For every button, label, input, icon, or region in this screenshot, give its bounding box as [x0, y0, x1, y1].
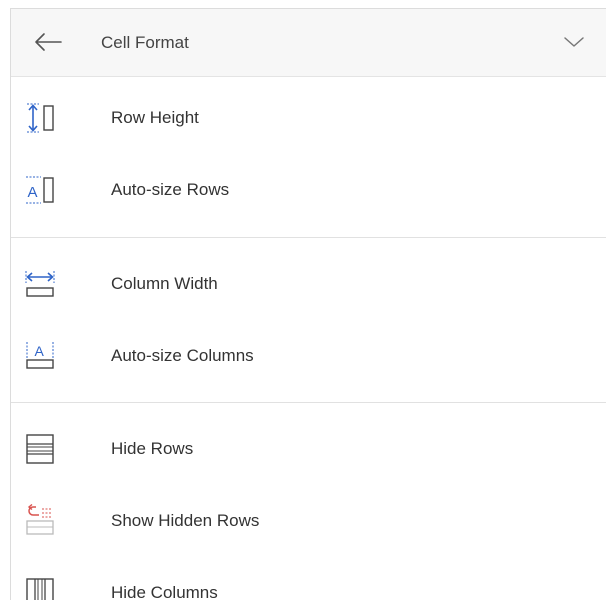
hide-columns-item[interactable]: Hide Columns: [11, 557, 606, 600]
column-width-item[interactable]: Column Width: [11, 248, 606, 320]
panel-header: Cell Format: [11, 9, 606, 77]
show-hidden-rows-item[interactable]: Show Hidden Rows: [11, 485, 606, 557]
column-size-group: Column Width A Auto-size Columns: [11, 238, 606, 403]
page-title: Cell Format: [101, 33, 189, 52]
hide-columns-label: Hide Columns: [111, 583, 218, 600]
back-arrow-icon: [35, 33, 62, 51]
visibility-group: Hide Rows Show Hidden Rows Hide Columns: [11, 403, 606, 600]
row-height-icon: [23, 101, 57, 135]
auto-size-columns-icon: A: [23, 339, 57, 373]
column-width-icon: [23, 267, 57, 301]
column-width-label: Column Width: [111, 274, 218, 293]
svg-text:A: A: [35, 343, 45, 359]
show-hidden-rows-icon: [23, 504, 57, 538]
hide-rows-label: Hide Rows: [111, 439, 194, 458]
auto-size-columns-item[interactable]: A Auto-size Columns: [11, 320, 606, 392]
collapse-button[interactable]: [554, 27, 594, 57]
auto-size-rows-label: Auto-size Rows: [111, 180, 230, 199]
hide-columns-icon: [23, 576, 57, 600]
row-size-group: Row Height A Auto-size Rows: [11, 77, 606, 238]
auto-size-columns-label: Auto-size Columns: [111, 346, 254, 365]
row-height-label: Row Height: [111, 108, 199, 127]
auto-size-rows-item[interactable]: A Auto-size Rows: [11, 154, 606, 226]
hide-rows-icon: [23, 432, 57, 466]
chevron-down-icon: [564, 37, 584, 47]
cell-format-panel: Cell Format Row Height A Auto-size Rows …: [10, 8, 606, 600]
svg-text:A: A: [28, 184, 38, 201]
row-height-item[interactable]: Row Height: [11, 82, 606, 154]
back-button[interactable]: [29, 27, 67, 57]
hide-rows-item[interactable]: Hide Rows: [11, 413, 606, 485]
auto-size-rows-icon: A: [23, 173, 57, 207]
show-hidden-rows-label: Show Hidden Rows: [111, 511, 260, 530]
